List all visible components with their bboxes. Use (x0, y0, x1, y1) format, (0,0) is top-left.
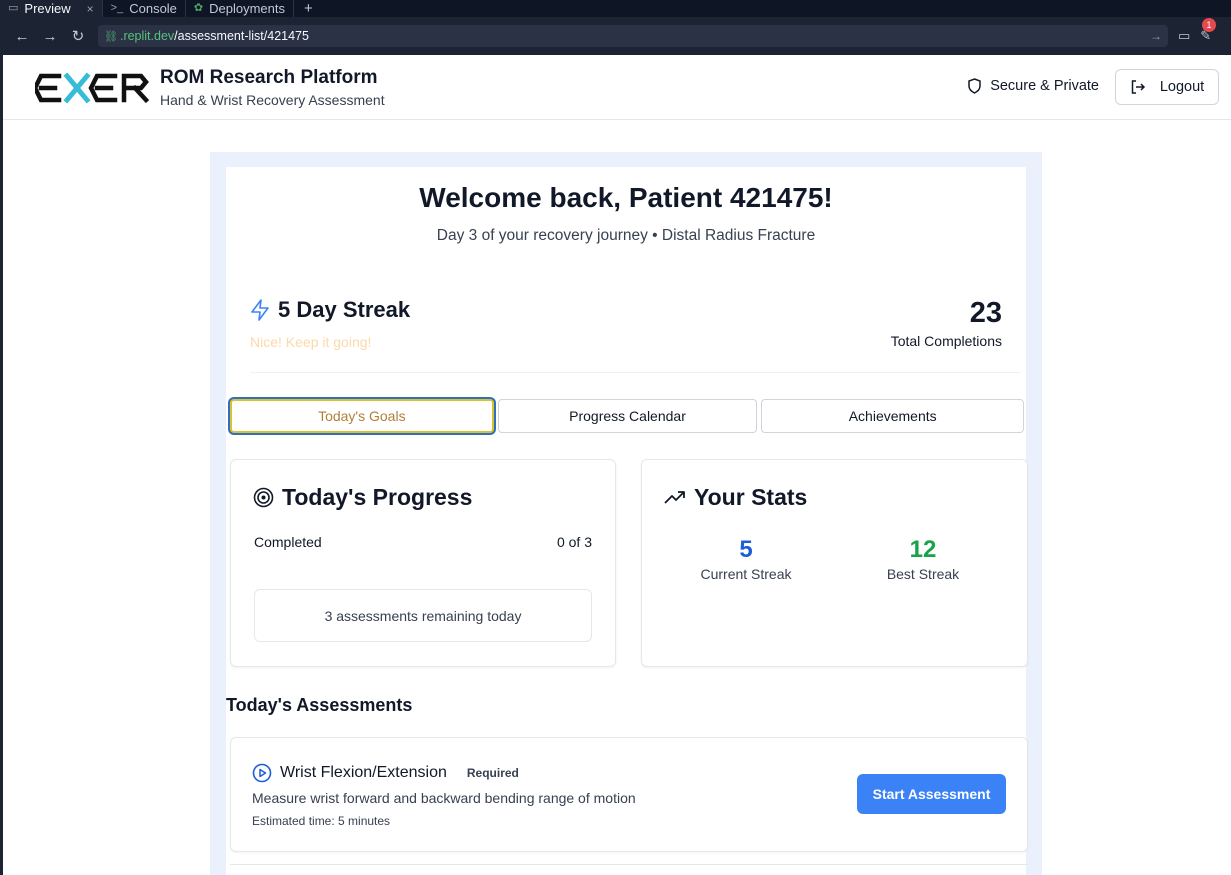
terminal-icon: >_ (110, 2, 124, 14)
completed-value: 0 of 3 (556, 534, 592, 550)
ide-tab-bar: ▭ Preview × >_ Console ✿ Deployments + (0, 0, 1231, 17)
logout-icon (1131, 80, 1145, 94)
tab-deployments[interactable]: ✿ Deployments (186, 0, 295, 17)
next-assessment-card (230, 864, 1028, 875)
panel-title-label: Today's Progress (282, 484, 473, 510)
tab-todays-goals[interactable]: Today's Goals (230, 399, 494, 433)
panel-title: Your Stats (664, 484, 807, 511)
your-stats-panel: Your Stats 5 Current Streak 12 Best Stre… (641, 459, 1028, 667)
target-icon (253, 487, 274, 508)
todays-progress-panel: Today's Progress Completed 0 of 3 3 asse… (230, 459, 616, 667)
current-streak-value: 5 (739, 536, 753, 563)
navigate-icon[interactable]: → (1150, 29, 1162, 43)
url-input[interactable]: ⛓ .replit.dev /assessment-list/421475 → (98, 25, 1168, 47)
tab-progress-calendar[interactable]: Progress Calendar (497, 399, 758, 433)
app-header: ROM Research Platform Hand & Wrist Recov… (3, 55, 1231, 120)
required-badge: Required (466, 766, 519, 780)
completed-row: Completed 0 of 3 (254, 534, 592, 550)
url-tools: ▭ ✎ 1 (1178, 18, 1216, 44)
play-circle-icon (252, 763, 272, 783)
total-completions-label: Total Completions (890, 333, 1002, 349)
streak-card: 5 Day Streak Nice! Keep it going! 23 Tot… (226, 262, 1026, 372)
lightning-icon (251, 299, 269, 321)
assessment-title: Wrist Flexion/Extension Required (252, 763, 519, 783)
close-icon[interactable]: × (87, 3, 94, 15)
best-streak-value: 12 (909, 536, 937, 563)
dashboard-card: Welcome back, Patient 421475! Day 3 of y… (226, 167, 1028, 875)
tab-label: Preview (24, 1, 71, 16)
forward-icon[interactable]: → (36, 28, 64, 45)
start-assessment-button[interactable]: Start Assessment (857, 774, 1006, 814)
app-subtitle: Hand & Wrist Recovery Assessment (160, 92, 385, 108)
secure-indicator: Secure & Private (967, 78, 1099, 94)
assessment-name: Wrist Flexion/Extension (280, 764, 447, 781)
link-icon: ⛓ (104, 30, 118, 43)
url-path: /assessment-list/421475 (174, 29, 309, 43)
secure-label: Secure & Private (990, 78, 1099, 94)
brand: ROM Research Platform Hand & Wrist Recov… (160, 67, 385, 108)
completed-label: Completed (254, 534, 322, 550)
logout-label: Logout (1159, 79, 1205, 95)
assessment-card: Wrist Flexion/Extension Required Measure… (230, 737, 1028, 852)
panel-title: Today's Progress (253, 484, 472, 511)
streak-label: 5 Day Streak (278, 297, 411, 322)
app-title: ROM Research Platform (160, 67, 378, 88)
streak-message: Nice! Keep it going! (250, 334, 372, 350)
monitor-icon: ▭ (8, 2, 19, 14)
back-icon[interactable]: ← (8, 28, 36, 45)
remaining-notice: 3 assessments remaining today (254, 589, 592, 642)
app-viewport: ROM Research Platform Hand & Wrist Recov… (3, 55, 1231, 875)
welcome-title: Welcome back, Patient 421475! (419, 182, 833, 213)
streak-title: 5 Day Streak (250, 297, 410, 323)
tab-achievements[interactable]: Achievements (761, 399, 1025, 433)
total-completions-value: 23 (969, 297, 1002, 329)
best-streak-label: Best Streak (886, 566, 960, 582)
section-title: Today's Assessments (226, 695, 413, 715)
exer-logo (35, 72, 150, 104)
trending-up-icon (664, 490, 685, 504)
dashboard-tabs: Today's Goals Progress Calendar Achievem… (230, 399, 1025, 435)
logout-button[interactable]: Logout (1115, 69, 1219, 105)
assessment-description: Measure wrist forward and backward bendi… (252, 790, 636, 806)
panel-title-label: Your Stats (694, 484, 808, 510)
deploy-icon: ✿ (193, 2, 204, 14)
tab-console[interactable]: >_ Console (103, 0, 186, 17)
add-tab-button[interactable]: + (294, 0, 323, 17)
assessment-time: Estimated time: 5 minutes (252, 814, 391, 828)
welcome-subtitle: Day 3 of your recovery journey • Distal … (436, 227, 816, 244)
tab-label: Console (129, 1, 177, 16)
shield-icon (968, 78, 981, 94)
reload-icon[interactable]: ↻ (64, 27, 92, 45)
divider (250, 372, 1020, 373)
best-streak-stat: 12 Best Streak (853, 536, 993, 582)
current-streak-label: Current Streak (700, 566, 792, 582)
tab-label: Deployments (209, 1, 286, 16)
notification-badge: 1 (1202, 18, 1216, 32)
current-streak-stat: 5 Current Streak (676, 536, 816, 582)
url-host: .replit.dev (119, 29, 175, 43)
tab-preview[interactable]: ▭ Preview × (0, 0, 103, 17)
devices-icon[interactable]: ▭ (1178, 28, 1190, 44)
url-bar: ← → ↻ ⛓ .replit.dev /assessment-list/421… (0, 17, 1231, 55)
